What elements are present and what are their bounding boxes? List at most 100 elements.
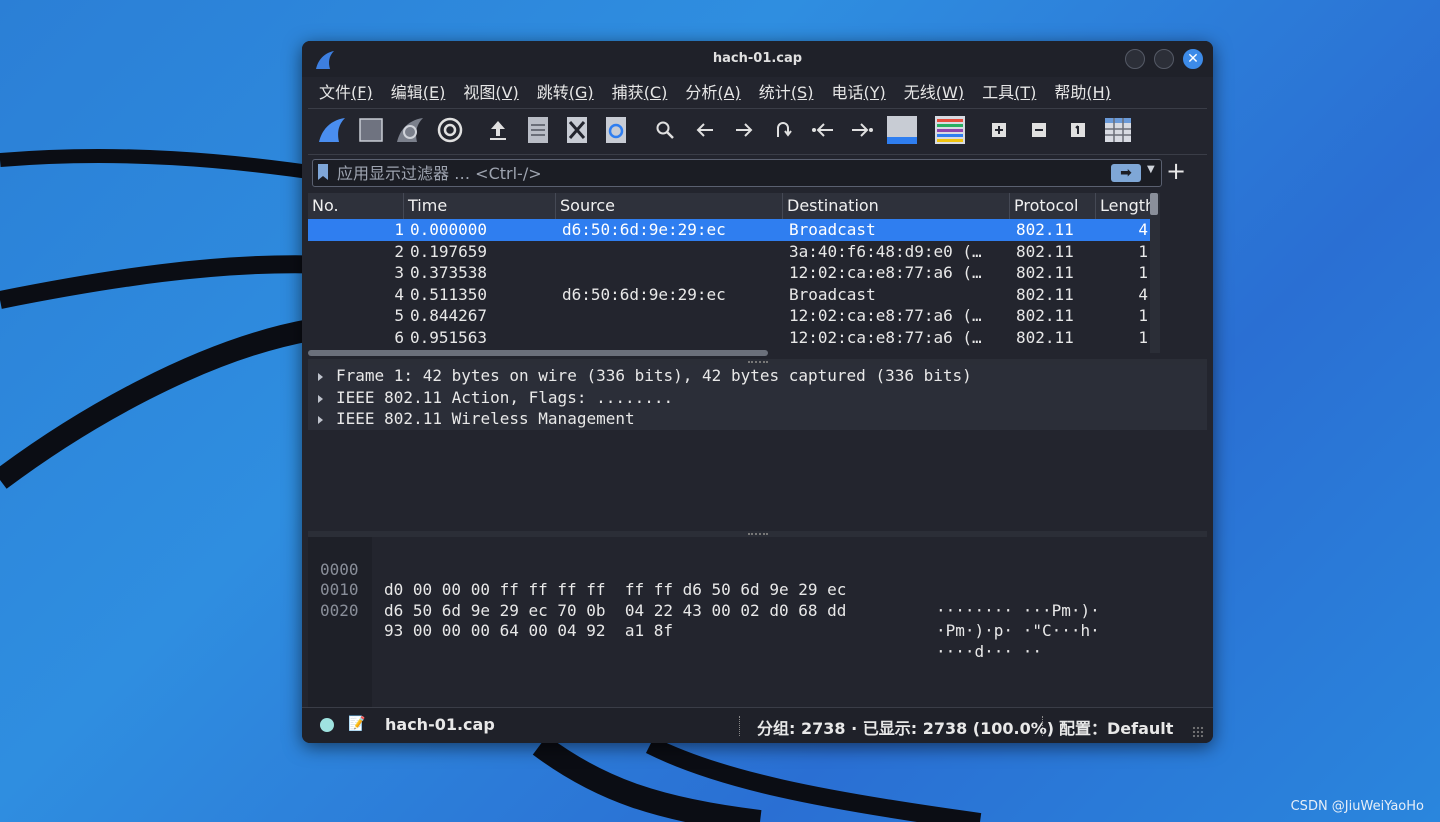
hex-row[interactable]: 0000 d0 00 00 00 ff ff ff ff ff ff d6 50…: [308, 539, 1100, 620]
packet-row[interactable]: 5 0.844267 12:02:ca:e8:77:a6 (… 802.11 1: [308, 305, 1150, 327]
status-bar: 📝 hach-01.cap 分组: 2738 · 已显示: 2738 (100.…: [302, 707, 1213, 743]
restart-capture-icon[interactable]: [394, 113, 426, 147]
first-packet-icon[interactable]: [807, 113, 839, 147]
menu-item-label: 文件: [319, 83, 352, 102]
packet-cell-protocol: 802.11: [1016, 220, 1074, 239]
save-file-icon[interactable]: [522, 113, 554, 147]
packet-cell-source: d6:50:6d:9e:29:ec: [562, 220, 726, 239]
hex-ascii: ····d··· ··: [936, 641, 1042, 661]
last-packet-icon[interactable]: [846, 113, 878, 147]
column-header-time[interactable]: Time: [404, 193, 556, 219]
packet-cell-protocol: 802.11: [1016, 306, 1074, 325]
hex-bytes: 93 00 00 00 64 00 04 92 a1 8f: [384, 621, 673, 640]
packet-row[interactable]: 3 0.373538 12:02:ca:e8:77:a6 (… 802.11 1: [308, 262, 1150, 284]
menu-item-1[interactable]: 编辑(E): [382, 79, 455, 107]
display-filter-bar: ➡ ▼: [312, 159, 1162, 187]
menu-item-5[interactable]: 分析(A): [676, 79, 749, 107]
colorize-icon[interactable]: [934, 113, 966, 147]
go-to-packet-icon[interactable]: [767, 113, 799, 147]
menu-item-label: 视图: [463, 83, 496, 102]
zoom-in-icon[interactable]: [983, 113, 1015, 147]
go-back-icon[interactable]: [689, 113, 721, 147]
packet-cell-no: 4: [394, 284, 404, 304]
expand-arrow-icon[interactable]: [318, 416, 323, 424]
packet-cell-destination: Broadcast: [789, 284, 876, 304]
menu-item-8[interactable]: 无线(W): [895, 79, 973, 107]
packet-list-horizontal-scrollbar[interactable]: [308, 350, 768, 356]
resize-columns-icon[interactable]: [1102, 113, 1134, 147]
go-forward-icon[interactable]: [728, 113, 760, 147]
menu-item-label: 统计: [758, 83, 791, 102]
expand-arrow-icon[interactable]: [318, 373, 323, 381]
packet-cell-source: d6:50:6d:9e:29:ec: [562, 284, 726, 304]
menu-item-label: 捕获: [611, 83, 644, 102]
packet-cell-time: 0.844267: [410, 306, 488, 325]
apply-filter-button[interactable]: ➡: [1111, 164, 1141, 182]
maximize-button[interactable]: [1154, 49, 1174, 69]
column-header-no[interactable]: No.: [308, 193, 404, 219]
menu-item-4[interactable]: 捕获(C): [603, 79, 677, 107]
display-filter-input[interactable]: [337, 163, 1097, 183]
status-profile[interactable]: 配置：Default: [1059, 715, 1173, 739]
column-header-length[interactable]: Length: [1096, 193, 1150, 219]
expert-info-icon[interactable]: [320, 718, 334, 732]
status-divider: [1042, 716, 1043, 736]
menu-item-3[interactable]: 跳转(G): [528, 79, 603, 107]
menu-item-hotkey: (F): [351, 83, 373, 102]
minimize-button[interactable]: [1125, 49, 1145, 69]
reload-file-icon[interactable]: [600, 113, 632, 147]
menu-item-6[interactable]: 统计(S): [750, 79, 823, 107]
hex-row[interactable]: 0010 d6 50 6d 9e 29 ec 70 0b 04 22 43 00…: [308, 560, 1100, 640]
resize-grip-icon[interactable]: [1192, 726, 1204, 738]
detail-tree-item-ieee80211-action[interactable]: IEEE 802.11 Action, Flags: ........: [308, 386, 1207, 408]
capture-options-icon[interactable]: [434, 113, 466, 147]
detail-tree-item-wireless-management[interactable]: IEEE 802.11 Wireless Management: [308, 408, 1207, 430]
start-capture-icon[interactable]: [316, 113, 348, 147]
normal-size-icon[interactable]: [1062, 113, 1094, 147]
zoom-out-icon[interactable]: [1023, 113, 1055, 147]
column-header-protocol[interactable]: Protocol: [1010, 193, 1096, 219]
packet-cell-time: 0.373538: [410, 263, 488, 282]
autoscroll-icon[interactable]: [886, 113, 918, 147]
watermark-text: CSDN @JiuWeiYaoHo: [1290, 799, 1424, 814]
menu-item-0[interactable]: 文件(F): [310, 79, 382, 107]
menu-item-label: 帮助: [1054, 83, 1087, 102]
menu-item-9[interactable]: 工具(T): [973, 79, 1045, 107]
packet-row[interactable]: 4 0.511350 d6:50:6d:9e:29:ec Broadcast 802.1…: [308, 284, 1150, 306]
hex-bytes: d0 00 00 00 ff ff ff ff ff ff d6 50 6d 9…: [384, 580, 847, 599]
menu-item-label: 工具: [982, 83, 1015, 102]
packet-cell-no: 3: [394, 263, 404, 282]
menu-item-label: 分析: [685, 83, 718, 102]
packet-cell-protocol: 802.11: [1016, 241, 1074, 261]
packet-cell-no: 6: [394, 327, 404, 347]
packet-bytes-pane: 0000 d0 00 00 00 ff ff ff ff ff ff d6 50…: [308, 537, 1207, 707]
packet-row[interactable]: 2 0.197659 3a:40:f6:48:d9:e0 (… 802.11 1: [308, 241, 1150, 263]
hex-ascii: ·Pm·)·p· ·"C···h·: [936, 621, 1100, 640]
close-file-icon[interactable]: [561, 113, 593, 147]
filter-history-dropdown-icon[interactable]: ▼: [1147, 164, 1155, 175]
stop-capture-icon[interactable]: [355, 113, 387, 147]
hex-row[interactable]: 0020 93 00 00 00 64 00 04 92 a1 8f ····d…: [308, 580, 1042, 661]
packet-details-pane: Frame 1: 42 bytes on wire (336 bits), 42…: [308, 365, 1207, 531]
detail-tree-item-frame[interactable]: Frame 1: 42 bytes on wire (336 bits), 42…: [308, 365, 1207, 387]
menu-item-2[interactable]: 视图(V): [454, 79, 527, 107]
menu-item-7[interactable]: 电话(Y): [822, 79, 894, 107]
capture-comment-icon[interactable]: 📝: [348, 716, 365, 732]
close-button[interactable]: ✕: [1183, 49, 1203, 69]
packet-list-vertical-scrollbar[interactable]: [1150, 193, 1160, 353]
packet-list-scroll-thumb[interactable]: [1150, 193, 1158, 215]
add-filter-button[interactable]: +: [1166, 157, 1186, 185]
packet-cell-time: 0.951563: [410, 327, 488, 347]
status-divider: [739, 716, 740, 736]
status-file-name: hach-01.cap: [385, 715, 495, 734]
expand-arrow-icon[interactable]: [318, 394, 323, 403]
menu-item-10[interactable]: 帮助(H): [1045, 79, 1120, 107]
find-packet-icon[interactable]: [649, 113, 681, 147]
column-header-source[interactable]: Source: [556, 193, 783, 219]
packet-row[interactable]: 1 0.000000 d6:50:6d:9e:29:ec Broadcast 802.1…: [308, 219, 1150, 241]
packet-row[interactable]: 6 0.951563 12:02:ca:e8:77:a6 (… 802.11 1: [308, 327, 1150, 349]
title-bar[interactable]: hach-01.cap ✕: [302, 41, 1213, 77]
column-header-destination[interactable]: Destination: [783, 193, 1010, 219]
bookmark-icon[interactable]: [318, 164, 328, 180]
open-file-icon[interactable]: [482, 113, 514, 147]
